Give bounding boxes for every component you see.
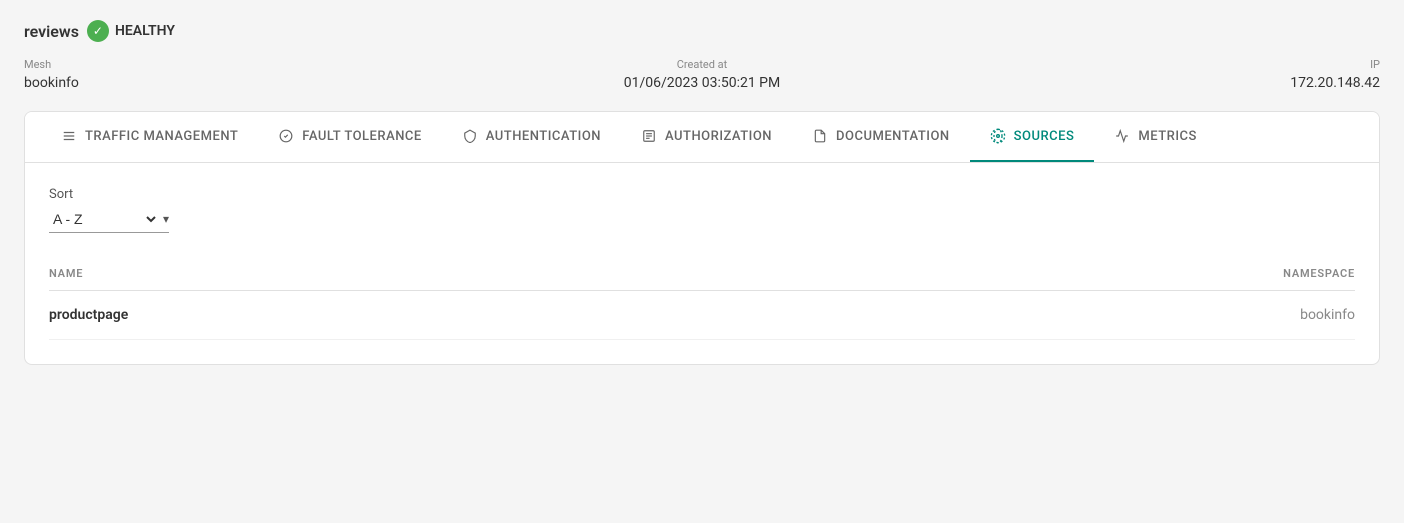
page-container: reviews ✓ HEALTHY Mesh bookinfo Created …	[0, 0, 1404, 385]
chart-icon	[1114, 128, 1130, 144]
header-top: reviews ✓ HEALTHY	[24, 20, 1380, 42]
tab-auth-label: AUTHENTICATION	[486, 129, 601, 144]
meta-ip: IP 172.20.148.42	[928, 58, 1380, 91]
ip-label: IP	[928, 58, 1380, 71]
content-area: Sort A - Z Z - A ▾ NAME NAMESPACE produc…	[25, 163, 1379, 364]
tab-fault-tolerance[interactable]: FAULT TOLERANCE	[258, 112, 441, 162]
tab-fault-label: FAULT TOLERANCE	[302, 129, 421, 144]
tab-authentication[interactable]: AUTHENTICATION	[442, 112, 621, 162]
col-name-header: NAME	[49, 267, 83, 280]
meta-row: Mesh bookinfo Created at 01/06/2023 03:5…	[24, 58, 1380, 91]
chevron-down-icon: ▾	[163, 212, 169, 226]
table-row: productpage bookinfo	[49, 291, 1355, 340]
sort-section: Sort A - Z Z - A ▾	[49, 187, 1355, 233]
tab-sources-label: SOURCES	[1014, 129, 1075, 144]
route-icon	[61, 128, 77, 144]
tab-authorization[interactable]: AUTHORIZATION	[621, 112, 792, 162]
main-card: TRAFFIC MANAGEMENT FAULT TOLERANCE AUTHE…	[24, 111, 1380, 365]
tab-traffic-management[interactable]: TRAFFIC MANAGEMENT	[41, 112, 258, 162]
created-value: 01/06/2023 03:50:21 PM	[476, 75, 928, 91]
tab-metrics[interactable]: METRICS	[1094, 112, 1216, 162]
healthy-icon: ✓	[87, 20, 109, 42]
check-circle-icon	[278, 128, 294, 144]
health-badge: ✓ HEALTHY	[87, 20, 175, 42]
wifi-icon	[990, 128, 1006, 144]
tab-documentation[interactable]: DOCUMENTATION	[792, 112, 970, 162]
meta-created: Created at 01/06/2023 03:50:21 PM	[476, 58, 928, 91]
sort-select-wrapper[interactable]: A - Z Z - A ▾	[49, 210, 169, 233]
meta-mesh: Mesh bookinfo	[24, 58, 476, 91]
ip-value: 172.20.148.42	[928, 75, 1380, 91]
row-name: productpage	[49, 307, 128, 323]
row-namespace: bookinfo	[1300, 307, 1355, 323]
tab-docs-label: DOCUMENTATION	[836, 129, 950, 144]
tabs-container: TRAFFIC MANAGEMENT FAULT TOLERANCE AUTHE…	[25, 112, 1379, 163]
table-header: NAME NAMESPACE	[49, 257, 1355, 291]
sort-select[interactable]: A - Z Z - A	[49, 210, 159, 228]
mesh-value: bookinfo	[24, 75, 476, 91]
tab-authz-label: AUTHORIZATION	[665, 129, 772, 144]
tab-metrics-label: METRICS	[1138, 129, 1196, 144]
created-label: Created at	[476, 58, 928, 71]
tab-traffic-label: TRAFFIC MANAGEMENT	[85, 129, 238, 144]
health-label: HEALTHY	[115, 23, 175, 39]
list-icon	[641, 128, 657, 144]
shield-icon	[462, 128, 478, 144]
sort-label: Sort	[49, 187, 1355, 202]
col-namespace-header: NAMESPACE	[1283, 267, 1355, 280]
tab-sources[interactable]: SOURCES	[970, 112, 1095, 162]
mesh-label: Mesh	[24, 58, 476, 71]
service-name: reviews	[24, 22, 79, 41]
doc-icon	[812, 128, 828, 144]
data-table: NAME NAMESPACE productpage bookinfo	[49, 257, 1355, 340]
